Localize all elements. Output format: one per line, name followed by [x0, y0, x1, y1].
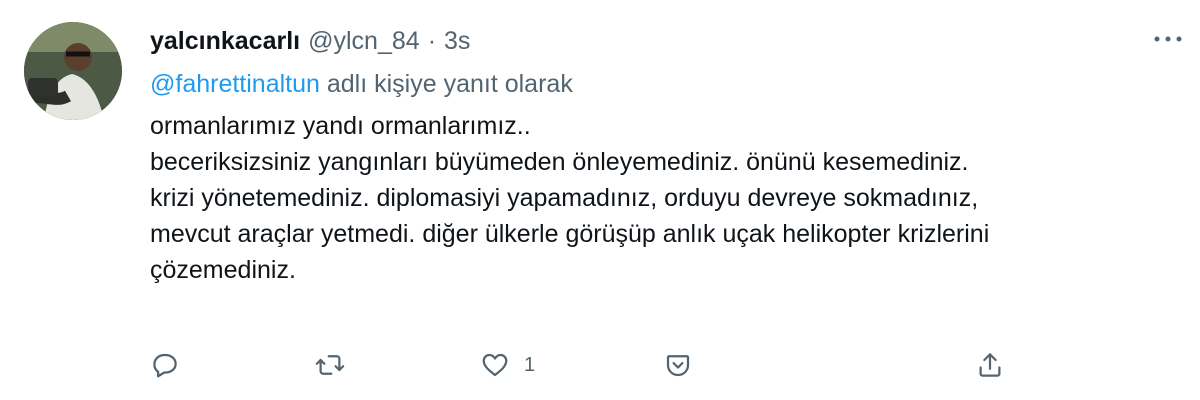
tweet-text-line: mevcut araçlar yetmedi. diğer ülkerle gö… [150, 220, 990, 248]
tweet-timestamp[interactable]: 3s [444, 26, 470, 56]
tweet-text: ormanlarımız yandı ormanlarımız.. beceri… [150, 108, 1172, 288]
like-button[interactable]: 1 [480, 345, 535, 385]
reply-mention-link[interactable]: @fahrettinaltun [150, 70, 320, 98]
share-button[interactable] [975, 345, 1005, 385]
retweet-button[interactable] [315, 345, 345, 385]
like-count: 1 [524, 353, 536, 376]
author-handle[interactable]: @ylcn_84 [308, 26, 420, 56]
retweet-icon [315, 355, 345, 375]
tweet-card[interactable]: yalcınkacarlı @ylcn_84 · 3s @fahrettinal… [0, 0, 1200, 400]
tweet-text-line: çözemediniz. [150, 256, 296, 284]
separator-dot: · [427, 27, 437, 55]
reply-button[interactable] [150, 345, 180, 385]
reply-context: @fahrettinaltun adlı kişiye yanıt olarak [150, 68, 1172, 100]
downvote-icon [666, 355, 690, 377]
avatar[interactable] [24, 22, 122, 120]
heart-icon [482, 353, 508, 377]
share-icon [979, 353, 1001, 377]
reply-context-label: adlı kişiye yanıt olarak [319, 70, 573, 98]
downvote-button[interactable] [663, 345, 693, 385]
tweet-text-line: beceriksizsiniz yangınları büyümeden önl… [150, 148, 969, 176]
more-options-button[interactable] [1148, 24, 1188, 54]
tweet-text-line: krizi yönetemediniz. diplomasiyi yapamad… [150, 184, 979, 212]
comment-icon [153, 353, 177, 378]
author-display-name[interactable]: yalcınkacarlı [150, 26, 300, 56]
tweet-actions-bar: 1 [150, 345, 1010, 385]
more-dots-icon [1154, 36, 1182, 42]
tweet-text-line: ormanlarımız yandı ormanlarımız.. [150, 112, 531, 140]
